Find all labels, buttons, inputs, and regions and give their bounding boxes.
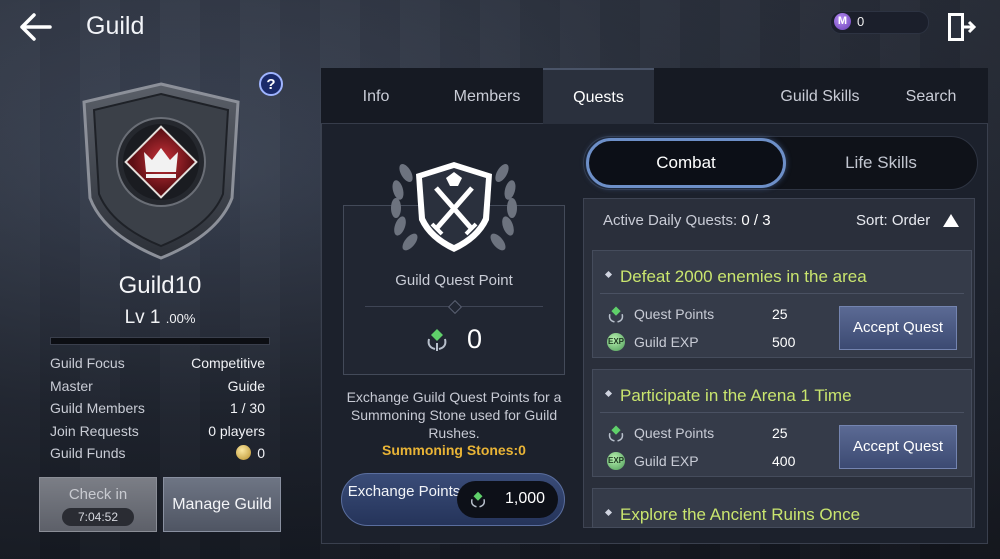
check-in-timer: 7:04:52 xyxy=(62,508,134,526)
currency-display: M 0 xyxy=(830,11,929,34)
check-in-label: Check in xyxy=(68,486,128,503)
stat-row-requests: Join Requests 0 players xyxy=(50,423,265,446)
stat-label: Master xyxy=(50,377,93,394)
stat-value: Competitive xyxy=(191,355,265,371)
leaf-emblem-icon xyxy=(427,329,447,351)
stat-value-funds: 0 xyxy=(236,445,265,461)
exit-door-icon xyxy=(948,13,977,41)
guild-emblem xyxy=(78,80,244,260)
stat-value: 0 players xyxy=(208,422,265,439)
gold-coin-icon xyxy=(236,445,252,461)
quest-list[interactable] xyxy=(583,198,975,528)
exp-icon: EXP xyxy=(607,333,625,351)
stat-row-members: Guild Members 1 / 30 xyxy=(50,400,265,423)
active-daily-label: Active Daily Quests: xyxy=(603,212,738,229)
quest-point-emblem xyxy=(376,148,532,266)
guild-exp-value: 500 xyxy=(772,334,796,350)
check-in-button[interactable]: Check in 7:04:52 xyxy=(39,477,157,532)
quest-points-value: 25 xyxy=(772,425,788,441)
exchange-description: Exchange Guild Quest Points for a Summon… xyxy=(346,389,562,441)
guild-exp-value: 400 xyxy=(772,453,796,469)
sort-arrow-up-icon[interactable] xyxy=(943,214,959,227)
accept-quest-button[interactable]: Accept Quest xyxy=(839,425,957,469)
exit-button[interactable] xyxy=(944,10,978,44)
stat-value: 1 / 30 xyxy=(229,400,265,417)
shield-crown-icon xyxy=(82,82,240,260)
tab-guild-skills[interactable]: Guild Skills xyxy=(765,68,875,124)
quest-title: Explore the Ancient Ruins Once xyxy=(620,505,861,524)
divider xyxy=(600,293,964,294)
leaf-emblem-icon xyxy=(608,425,624,442)
stat-row-funds: Guild Funds 0 xyxy=(50,445,265,468)
quest-point-label: Guild Quest Point xyxy=(395,272,513,289)
guild-exp-label: Guild EXP xyxy=(634,334,699,350)
guild-name: Guild10 xyxy=(118,272,202,299)
quest-title: Participate in the Arena 1 Time xyxy=(620,386,852,405)
help-button[interactable]: ? xyxy=(259,72,283,96)
guild-level-label: Lv 1 xyxy=(124,307,161,328)
manage-guild-button[interactable]: Manage Guild xyxy=(163,477,281,532)
segment-combat[interactable]: Combat xyxy=(586,138,786,188)
page-title: Guild xyxy=(86,12,145,40)
guild-level: Lv 1 .00% xyxy=(60,307,260,329)
stat-row-focus: Guild Focus Competitive xyxy=(50,355,265,378)
segment-life-skills[interactable]: Life Skills xyxy=(786,138,976,188)
currency-value: 0 xyxy=(857,14,865,29)
quest-points-value: 25 xyxy=(772,306,788,322)
stat-value: Guide xyxy=(227,377,265,394)
quest-points-label: Quest Points xyxy=(634,306,715,322)
stat-label: Guild Members xyxy=(50,400,145,417)
tab-members[interactable]: Members xyxy=(431,68,543,124)
stat-label: Join Requests xyxy=(50,422,139,439)
divider xyxy=(600,412,964,413)
summoning-stones-count: Summoning Stones:0 xyxy=(382,442,526,458)
quest-title: Defeat 2000 enemies in the area xyxy=(620,267,867,286)
tab-search[interactable]: Search xyxy=(875,68,987,124)
stat-label: Guild Focus xyxy=(50,355,125,371)
sort-button[interactable]: Sort: Order xyxy=(856,212,930,229)
guild-exp-bar xyxy=(50,337,270,345)
guild-exp-label: Guild EXP xyxy=(634,453,699,469)
stat-label: Guild Funds xyxy=(50,445,126,462)
guild-stats: Guild Focus Competitive Master Guide Guild… xyxy=(50,355,265,468)
exchange-cost-value: 1,000 xyxy=(505,490,546,507)
back-button[interactable] xyxy=(16,10,56,44)
active-daily-quests: Active Daily Quests: 0 / 3 xyxy=(603,212,771,229)
stat-row-master: Master Guide xyxy=(50,378,265,401)
active-daily-count: 0 / 3 xyxy=(741,212,771,229)
funds-value: 0 xyxy=(257,445,265,462)
quest-points-label: Quest Points xyxy=(634,425,715,441)
exchange-points-label: Exchange Points xyxy=(347,483,461,500)
arrow-left-icon xyxy=(20,13,52,41)
currency-icon: M xyxy=(834,13,851,30)
guild-level-percent: .00% xyxy=(165,311,196,326)
tab-info[interactable]: Info xyxy=(321,68,431,124)
leaf-emblem-icon xyxy=(608,306,624,323)
leaf-emblem-icon xyxy=(470,491,486,508)
accept-quest-button[interactable]: Accept Quest xyxy=(839,306,957,350)
quest-point-icon xyxy=(425,327,449,353)
laurel-swords-icon xyxy=(391,162,517,252)
exchange-points-button[interactable]: Exchange Points 1,000 xyxy=(341,473,565,526)
quest-point-value: 0 xyxy=(467,324,483,354)
tab-quests[interactable]: Quests xyxy=(543,68,654,124)
exchange-cost: 1,000 xyxy=(457,481,558,518)
exp-icon: EXP xyxy=(607,452,625,470)
